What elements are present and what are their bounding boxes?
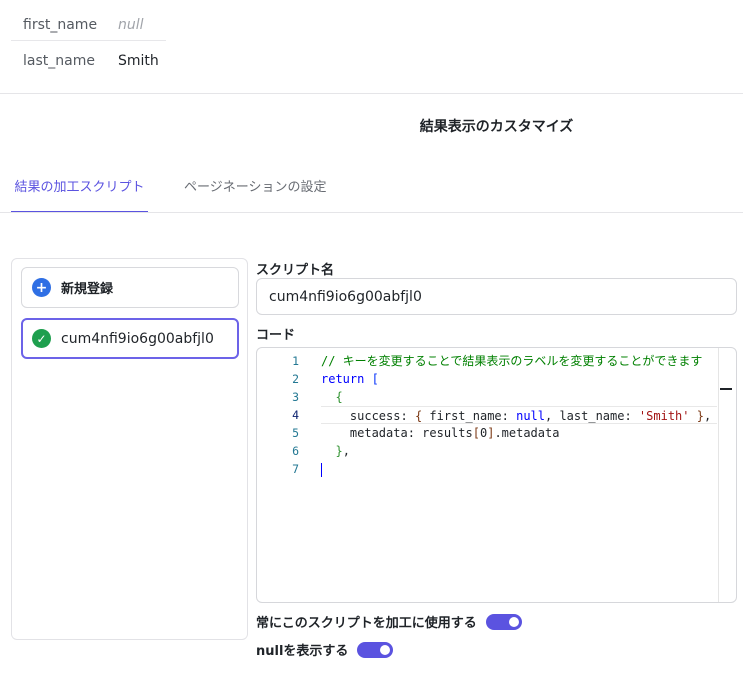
code-bracket: [ [371,372,379,386]
code-line: return [ [321,370,717,388]
code-bracket: { [335,390,343,404]
line-number: 6 [292,444,299,458]
toggle-knob [508,616,519,627]
script-list-panel: + 新規登録 ✓ cum4nfi9io6g00abfjl0 [11,258,248,640]
line-number: 1 [292,354,299,368]
code-editor[interactable]: 1 2 3 4 5 6 7 // キーを変更することで結果表示のラベルを変更する… [256,347,737,603]
record-key: first_name [23,17,98,33]
line-number: 3 [292,390,299,404]
script-list-item[interactable]: ✓ cum4nfi9io6g00abfjl0 [21,318,239,359]
record-value: null [118,17,144,33]
overview-ruler-mark [720,388,732,390]
record-key: last_name [23,53,95,69]
line-number-gutter: 1 2 3 4 5 6 7 [257,352,299,478]
always-use-label: 常にこのスクリプトを加工に使用する [256,616,477,631]
line-number: 5 [292,426,299,440]
code-line: // キーを変更することで結果表示のラベルを変更することができます [321,352,717,370]
code-line: { [321,388,717,406]
code-text: metadata: results [349,426,473,440]
plus-circle-icon: + [32,278,51,297]
tab-pagination-settings[interactable]: ページネーションの設定 [184,176,326,213]
code-text: , [703,409,712,423]
show-null-toggle-row: nullを表示する [256,640,394,659]
code-bracket: } [335,444,343,458]
new-script-button[interactable]: + 新規登録 [21,267,239,308]
code-keyword: return [321,372,365,386]
code-line: metadata: results[0].metadata [321,424,717,442]
code-null: null [516,409,545,423]
toggle-knob [380,644,391,655]
code-line [321,460,717,478]
code-line-current: success: { first_name: null, last_name: … [321,406,717,424]
show-null-label: nullを表示する [256,644,349,659]
code-label: コード [256,328,296,343]
code-bracket: } [696,409,704,423]
script-name-input[interactable] [256,278,737,315]
line-number: 2 [292,372,299,386]
code-line: }, [321,442,717,460]
code-text: success: [349,409,415,423]
record-row-first-name: first_name null [11,5,166,41]
code-text: , [342,444,350,458]
always-use-toggle-row: 常にこのスクリプトを加工に使用する [256,612,522,631]
script-name-label: スクリプト名 [256,263,335,278]
check-circle-icon: ✓ [32,329,51,348]
code-text: first_name: [422,409,517,423]
editor-vertical-scrollbar[interactable] [718,348,719,602]
record-value: Smith [118,53,159,69]
code-text: , last_name: [545,409,639,423]
script-list-item-label: cum4nfi9io6g00abfjl0 [61,330,214,347]
code-content[interactable]: // キーを変更することで結果表示のラベルを変更することができます return… [321,352,717,478]
code-text: .metadata [494,426,560,440]
section-title: 結果表示のカスタマイズ [419,119,574,135]
tab-processing-script[interactable]: 結果の加工スクリプト [11,176,148,213]
code-bracket: [ [472,426,480,440]
code-comment: // キーを変更することで結果表示のラベルを変更することができます [321,354,703,368]
tabs-divider [0,212,743,213]
record-row-last-name: last_name Smith [11,41,166,77]
new-script-label: 新規登録 [61,282,114,297]
line-number: 7 [292,462,299,476]
code-string: 'Smith' [638,409,690,423]
always-use-toggle[interactable] [485,613,522,630]
line-number-active: 4 [292,408,299,422]
show-null-toggle[interactable] [357,641,394,658]
section-divider [0,93,743,94]
text-cursor [321,462,322,477]
